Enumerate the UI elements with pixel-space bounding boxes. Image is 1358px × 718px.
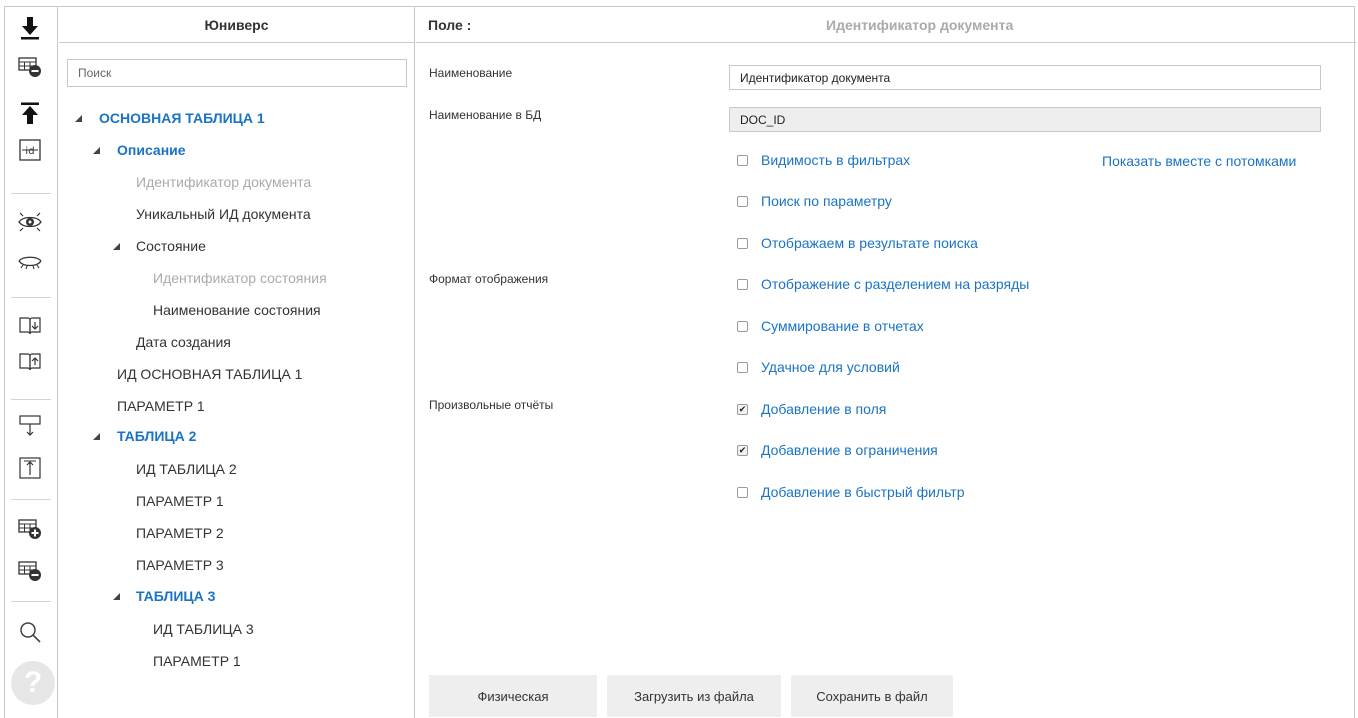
- tree-node[interactable]: Наименование состояния: [153, 300, 321, 320]
- upload-icon[interactable]: [15, 99, 45, 129]
- search-icon[interactable]: [15, 617, 45, 647]
- checkbox-search-by-param[interactable]: Поиск по параметру: [737, 193, 892, 209]
- checkbox-icon[interactable]: [737, 361, 748, 373]
- field-panel: Поле : Идентификатор документа Наименова…: [416, 7, 1356, 718]
- checkbox-visibility-in-filters[interactable]: Видимость в фильтрах: [737, 152, 910, 168]
- tree-node[interactable]: Идентификатор документа: [136, 172, 311, 192]
- tree-node[interactable]: Описание: [117, 140, 186, 160]
- panel-down-icon[interactable]: [15, 411, 45, 441]
- toolbar-divider: [11, 499, 51, 500]
- name-field[interactable]: Идентификатор документа: [729, 65, 1321, 90]
- checkbox-label: Удачное для условий: [761, 359, 900, 375]
- eye-closed-icon[interactable]: [15, 247, 45, 277]
- db-name-label: Наименование в БД: [429, 108, 542, 122]
- tree-node[interactable]: Состояние: [136, 236, 206, 256]
- toolbar-divider: [11, 399, 51, 400]
- download-icon[interactable]: [15, 13, 45, 43]
- expand-arrow-icon[interactable]: [93, 147, 100, 154]
- checkbox-label: Суммирование в отчетах: [761, 318, 924, 334]
- field-header: Поле : Идентификатор документа: [416, 7, 1356, 43]
- book-export-icon[interactable]: [15, 347, 45, 377]
- custom-reports-label: Произвольные отчёты: [429, 398, 554, 412]
- checkbox-good-for-conditions[interactable]: Удачное для условий: [737, 359, 900, 375]
- table-remove-icon[interactable]: [15, 51, 45, 81]
- checkbox-add-to-quick-filter[interactable]: Добавление в быстрый фильтр: [737, 484, 965, 500]
- table-add-icon[interactable]: [15, 513, 45, 543]
- name-label: Наименование: [429, 66, 513, 80]
- checkbox-label: Добавление в ограничения: [761, 442, 938, 458]
- checkbox-label: Поиск по параметру: [761, 193, 892, 209]
- tree-node[interactable]: ПАРАМЕТР 1: [117, 396, 205, 416]
- checkbox-icon[interactable]: [737, 278, 748, 290]
- checkbox-show-in-results[interactable]: Отображаем в результате поиска: [737, 235, 978, 251]
- expand-arrow-icon[interactable]: [75, 115, 82, 122]
- physical-button[interactable]: Физическая: [429, 675, 597, 717]
- checkbox-label: Видимость в фильтрах: [761, 152, 911, 168]
- checkbox-sum-in-reports[interactable]: Суммирование в отчетах: [737, 318, 924, 334]
- save-to-file-button[interactable]: Сохранить в файл: [791, 675, 953, 717]
- app-window: id ? Юниверс Поиск ОСНОВНАЯ ТАБЛИЦА 1 Оп…: [4, 6, 1356, 718]
- checkbox-checked-icon[interactable]: ✔: [737, 403, 748, 415]
- expand-arrow-icon[interactable]: [113, 593, 120, 600]
- universe-title: Юниверс: [59, 7, 414, 43]
- field-header-title: Идентификатор документа: [826, 17, 1014, 33]
- tree-node[interactable]: ПАРАМЕТР 1: [136, 491, 224, 511]
- book-import-icon[interactable]: [15, 311, 45, 341]
- load-from-file-button[interactable]: Загрузить из файла: [607, 675, 781, 717]
- checkbox-label: Добавление в поля: [761, 401, 887, 417]
- svg-text:id: id: [25, 146, 34, 157]
- expand-arrow-icon[interactable]: [113, 243, 120, 250]
- checkbox-icon[interactable]: [737, 154, 748, 166]
- checkbox-icon[interactable]: [737, 195, 748, 207]
- id-icon[interactable]: id: [15, 135, 45, 165]
- display-format-label: Формат отображения: [429, 272, 549, 286]
- eye-open-icon[interactable]: [15, 207, 45, 237]
- checkbox-label: Отображаем в результате поиска: [761, 235, 978, 251]
- checkbox-digit-grouping[interactable]: Отображение с разделением на разряды: [737, 276, 1029, 292]
- checkbox-label: Добавление в быстрый фильтр: [761, 484, 965, 500]
- toolbar-divider: [11, 193, 51, 194]
- tree-node[interactable]: ИД ОСНОВНАЯ ТАБЛИЦА 1: [117, 364, 302, 384]
- left-toolbar: id ?: [5, 7, 58, 718]
- checkbox-icon[interactable]: [737, 486, 748, 498]
- tree-node[interactable]: ИД ТАБЛИЦА 3: [153, 619, 254, 639]
- db-name-field: DOC_ID: [729, 107, 1321, 132]
- tree-node[interactable]: ПАРАМЕТР 3: [136, 555, 224, 575]
- expand-arrow-icon[interactable]: [93, 433, 100, 440]
- checkbox-checked-icon[interactable]: ✔: [737, 444, 748, 456]
- tree-node[interactable]: ОСНОВНАЯ ТАБЛИЦА 1: [99, 108, 265, 128]
- help-icon[interactable]: ?: [11, 661, 55, 705]
- checkbox-icon[interactable]: [737, 237, 748, 249]
- checkbox-add-to-restrictions[interactable]: ✔ Добавление в ограничения: [737, 442, 938, 458]
- checkbox-label: Отображение с разделением на разряды: [761, 276, 1030, 292]
- table-delete-icon[interactable]: [15, 555, 45, 585]
- tree-node[interactable]: Идентификатор состояния: [153, 268, 327, 288]
- toolbar-divider: [11, 601, 51, 602]
- panel-up-icon[interactable]: [15, 453, 45, 483]
- universe-panel: Юниверс ОСНОВНАЯ ТАБЛИЦА 1 Описание Иден…: [59, 7, 415, 718]
- tree-node[interactable]: ПАРАМЕТР 2: [136, 523, 224, 543]
- tree-node[interactable]: Уникальный ИД документа: [136, 204, 311, 224]
- checkbox-add-to-fields[interactable]: ✔ Добавление в поля: [737, 401, 886, 417]
- tree-node[interactable]: ИД ТАБЛИЦА 2: [136, 459, 237, 479]
- search-input[interactable]: [67, 59, 407, 87]
- tree-node[interactable]: Дата создания: [136, 332, 231, 352]
- toolbar-divider: [11, 297, 51, 298]
- tree-node[interactable]: ТАБЛИЦА 3: [136, 586, 215, 606]
- show-with-children-link[interactable]: Показать вместе с потомками: [1102, 153, 1296, 169]
- field-header-label: Поле :: [428, 16, 472, 33]
- tree-node[interactable]: ТАБЛИЦА 2: [117, 426, 196, 446]
- checkbox-icon[interactable]: [737, 320, 748, 332]
- tree-node[interactable]: ПАРАМЕТР 1: [153, 651, 241, 671]
